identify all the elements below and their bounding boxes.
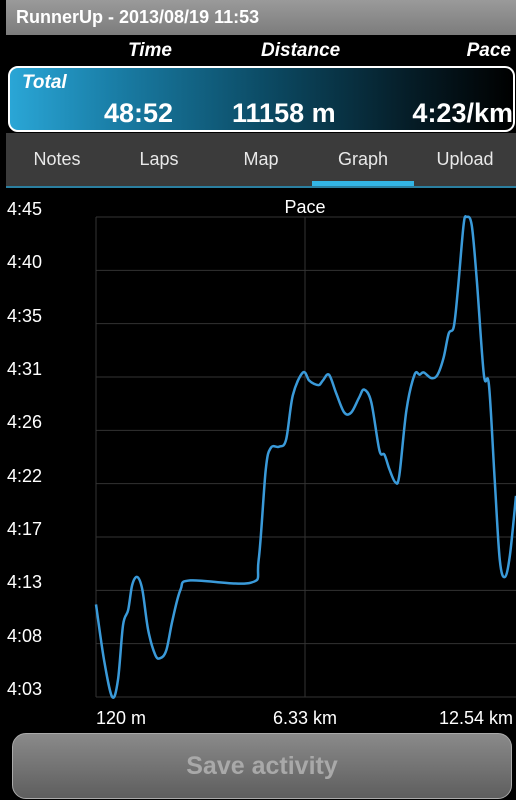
y-tick-label: 4:35 [7, 305, 43, 326]
y-tick-label: 4:17 [7, 519, 43, 539]
y-tick-label: 4:40 [7, 252, 43, 273]
y-tick-label: 4:08 [7, 625, 43, 646]
save-activity-button[interactable]: Save activity [12, 733, 512, 799]
pace-series-line [94, 215, 516, 699]
y-tick-label: 4:13 [7, 572, 43, 593]
y-tick-label: 4:03 [7, 679, 43, 699]
y-tick-label: 4:31 [7, 359, 43, 379]
x-tick-label: 12.54 km [438, 708, 513, 728]
y-tick-label: 4:26 [7, 412, 43, 433]
y-tick-label: 4:22 [7, 465, 43, 486]
y-tick-label: 4:45 [7, 199, 43, 219]
x-tick-label: 6.33 km [272, 708, 338, 728]
pace-chart [94, 215, 516, 699]
x-tick-label: 120 m [96, 708, 147, 728]
